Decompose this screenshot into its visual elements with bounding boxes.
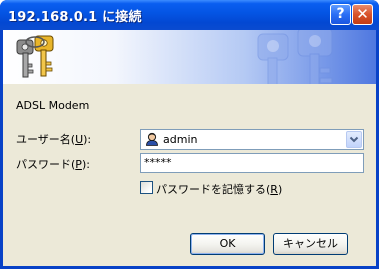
username-label: ユーザー名(U): bbox=[16, 133, 92, 146]
keys-watermark-icon bbox=[257, 30, 333, 84]
title-bar[interactable]: 192.168.0.1 に接続 ? ✕ bbox=[0, 0, 379, 30]
chevron-down-icon bbox=[349, 136, 359, 143]
help-button[interactable]: ? bbox=[330, 4, 351, 25]
ok-button[interactable]: OK bbox=[190, 233, 265, 255]
password-label: パスワード(P): bbox=[16, 158, 90, 171]
remember-password-label[interactable]: パスワードを記憶する(R) bbox=[156, 181, 282, 197]
dialog-banner bbox=[3, 30, 376, 84]
password-value: ***** bbox=[144, 156, 172, 169]
password-field[interactable]: ***** bbox=[140, 153, 364, 173]
close-button[interactable]: ✕ bbox=[352, 4, 373, 25]
username-combobox[interactable]: admin bbox=[140, 129, 364, 150]
user-icon bbox=[146, 132, 158, 146]
keys-icon bbox=[16, 35, 54, 78]
username-value: admin bbox=[163, 133, 198, 146]
dialog-body: ADSL Modem ユーザー名(U): admin パスワード(P): ***… bbox=[3, 30, 376, 266]
window-title: 192.168.0.1 に接続 bbox=[8, 10, 142, 25]
dropdown-button[interactable] bbox=[346, 131, 362, 148]
login-dialog: 192.168.0.1 に接続 ? ✕ ADSL Modem ユーザー名(U):… bbox=[0, 0, 379, 269]
cancel-button[interactable]: キャンセル bbox=[273, 233, 348, 255]
realm-text: ADSL Modem bbox=[16, 99, 90, 112]
remember-password-checkbox[interactable] bbox=[140, 181, 153, 194]
